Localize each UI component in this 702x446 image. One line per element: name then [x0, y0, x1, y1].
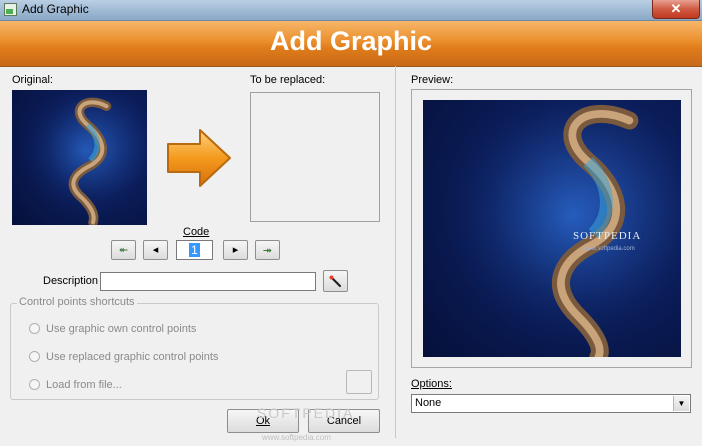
options-select[interactable]: None ▼ — [411, 394, 691, 413]
browse-file-button[interactable] — [346, 370, 372, 394]
radio-label: Load from file... — [46, 379, 122, 391]
original-label: Original: — [12, 74, 53, 86]
radio-button[interactable] — [29, 379, 40, 390]
header-banner: Add Graphic — [0, 21, 702, 67]
chevron-down-icon[interactable]: ▼ — [673, 396, 689, 411]
banner-title: Add Graphic — [269, 26, 432, 56]
options-selected: None — [415, 397, 442, 409]
description-picker-button[interactable] — [323, 270, 348, 292]
code-input[interactable]: 1 — [176, 240, 213, 260]
radio-button[interactable] — [29, 323, 40, 334]
preview-frame: SOFTPEDIA www.softpedia.com — [411, 89, 692, 368]
to-be-replaced-label: To be replaced: — [250, 74, 326, 86]
island-image-art — [423, 100, 681, 357]
footer-watermark: SOFTPEDIA — [257, 405, 355, 421]
preview-watermark: SOFTPEDIA — [573, 230, 642, 242]
code-value: 1 — [189, 243, 200, 257]
footer-watermark-url: www.softpedia.com — [262, 433, 331, 442]
island-image-art — [12, 90, 147, 225]
panel-divider — [395, 66, 396, 438]
title-bar[interactable]: Add Graphic ✕ — [0, 0, 702, 21]
code-label: Code — [183, 226, 210, 238]
description-label: Description — [43, 275, 99, 287]
control-points-group: Control points shortcuts Use graphic own… — [10, 296, 379, 400]
add-graphic-dialog: Add Graphic ✕ Add Graphic Original: To b… — [0, 0, 702, 446]
window-title: Add Graphic — [22, 2, 89, 16]
control-points-legend: Control points shortcuts — [17, 296, 137, 308]
radio-label: Use graphic own control points — [46, 323, 197, 335]
radio-use-replaced-points[interactable]: Use replaced graphic control points — [29, 351, 218, 363]
description-input[interactable] — [100, 272, 316, 291]
app-icon — [4, 3, 17, 16]
radio-button[interactable] — [29, 351, 40, 362]
original-image — [12, 90, 147, 225]
prev-code-button[interactable]: ◂ — [143, 240, 168, 260]
options-label: Options: — [411, 378, 452, 390]
preview-image: SOFTPEDIA www.softpedia.com — [423, 100, 681, 357]
radio-load-from-file[interactable]: Load from file... — [29, 379, 122, 391]
preview-url: www.softpedia.com — [583, 246, 635, 252]
next-code-button[interactable]: ▸ — [223, 240, 248, 260]
arrow-right-icon — [167, 129, 231, 187]
radio-label: Use replaced graphic control points — [46, 351, 219, 363]
to-be-replaced-image — [250, 92, 380, 222]
magic-wand-icon — [329, 275, 341, 288]
close-button[interactable]: ✕ — [652, 0, 700, 19]
radio-use-own-points[interactable]: Use graphic own control points — [29, 323, 196, 335]
preview-label: Preview: — [411, 74, 454, 86]
first-code-button[interactable]: ⯬ — [111, 240, 136, 260]
last-code-button[interactable]: ⯮ — [255, 240, 280, 260]
